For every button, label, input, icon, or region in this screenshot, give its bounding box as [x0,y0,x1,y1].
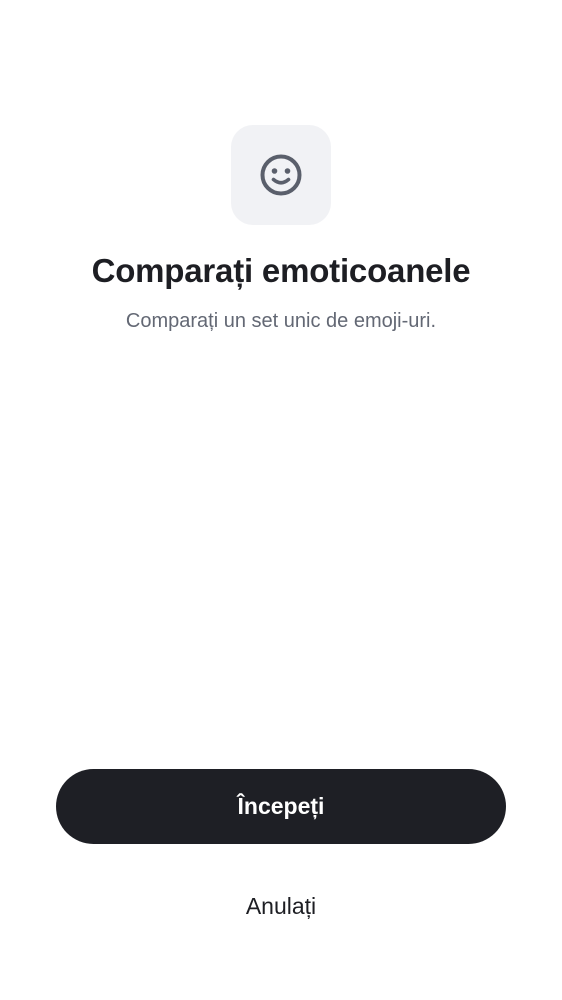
emoji-icon-tile [231,125,331,225]
page-subtitle: Comparați un set unic de emoji-uri. [125,310,437,332]
smiley-face-icon [260,154,302,196]
compare-emoji-intro-screen: Comparați emoticoanele Comparați un set … [0,0,562,1000]
start-button[interactable]: Începeți [56,769,506,844]
cancel-button[interactable]: Anulați [181,882,381,930]
page-title: Comparați emoticoanele [91,252,471,289]
